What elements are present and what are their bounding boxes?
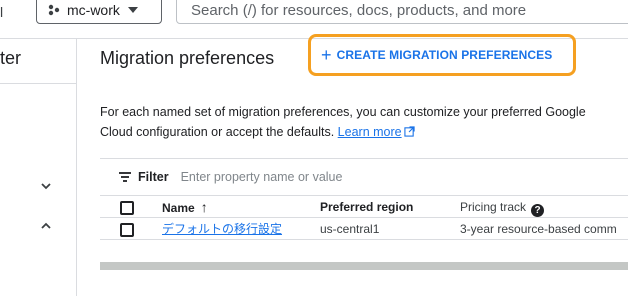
sidebar-title: ter bbox=[0, 48, 22, 68]
partial-left-text: l bbox=[0, 4, 4, 20]
page-title: Migration preferences bbox=[100, 48, 275, 68]
filter-bar[interactable]: Filter Enter property name or value bbox=[100, 158, 628, 196]
filter-label: Filter bbox=[138, 170, 169, 184]
create-button-label: CREATE MIGRATION PREFERENCES bbox=[336, 48, 553, 62]
preference-name-link[interactable]: デフォルトの移行設定 bbox=[162, 218, 282, 240]
row-checkbox[interactable] bbox=[120, 223, 134, 237]
table-header-row: Name ↑ Preferred region Pricing track? bbox=[100, 196, 628, 218]
column-header-pricing: Pricing track? bbox=[460, 196, 545, 218]
preferred-region-cell: us-central1 bbox=[320, 222, 380, 236]
project-picker[interactable]: mc-work bbox=[36, 0, 162, 24]
filter-input[interactable]: Enter property name or value bbox=[181, 170, 343, 184]
help-icon[interactable]: ? bbox=[531, 204, 545, 217]
plus-icon: + bbox=[321, 45, 332, 65]
column-name-label: Name bbox=[162, 201, 195, 215]
page-description: For each named set of migration preferen… bbox=[100, 102, 620, 142]
sidebar-divider bbox=[76, 38, 77, 296]
project-icon bbox=[48, 4, 60, 16]
caret-down-icon bbox=[127, 7, 138, 13]
select-all-checkbox[interactable] bbox=[120, 201, 134, 215]
column-header-name[interactable]: Name ↑ bbox=[162, 196, 208, 219]
project-name: mc-work bbox=[67, 2, 120, 18]
column-pricing-label: Pricing track bbox=[460, 200, 527, 214]
chevron-up-icon[interactable] bbox=[40, 220, 52, 232]
sidebar-title-divider bbox=[0, 83, 76, 84]
horizontal-scrollbar[interactable] bbox=[100, 262, 628, 270]
pricing-track-cell: 3-year resource-based comm bbox=[460, 222, 617, 236]
search-input[interactable]: Search (/) for resources, docs, products… bbox=[176, 0, 628, 24]
migration-preferences-table: Name ↑ Preferred region Pricing track? デフ… bbox=[100, 196, 628, 240]
top-bar: l mc-work Search (/) for resources, docs… bbox=[0, 0, 628, 38]
table-row: デフォルトの移行設定 us-central1 3-year resource-b… bbox=[100, 218, 628, 240]
external-link-icon bbox=[403, 126, 415, 137]
chevron-down-icon[interactable] bbox=[40, 180, 52, 192]
filter-icon bbox=[119, 172, 131, 182]
learn-more-link[interactable]: Learn more bbox=[338, 125, 402, 139]
sort-arrow-up-icon[interactable]: ↑ bbox=[201, 196, 208, 218]
column-header-region: Preferred region bbox=[320, 200, 414, 214]
create-migration-preferences-button[interactable]: + CREATE MIGRATION PREFERENCES bbox=[308, 34, 576, 76]
search-placeholder: Search (/) for resources, docs, products… bbox=[191, 1, 527, 19]
